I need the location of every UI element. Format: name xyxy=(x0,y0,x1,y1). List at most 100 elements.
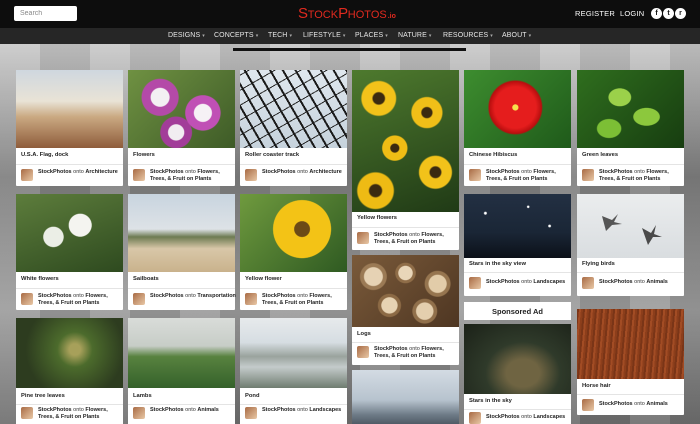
board-link[interactable]: Animals xyxy=(197,407,218,413)
card-title[interactable]: Pond xyxy=(245,393,260,399)
pin-card[interactable]: Stars in the sky StockPhotos onto Landsc… xyxy=(464,324,571,424)
login-link[interactable]: LOGIN xyxy=(620,9,644,18)
card-image[interactable] xyxy=(577,309,684,379)
pin-card[interactable]: Sailboats StockPhotos onto Transportatio… xyxy=(128,194,236,310)
card-image[interactable] xyxy=(577,70,684,148)
card-title[interactable]: Flowers xyxy=(133,152,155,158)
board-link[interactable]: Architecture xyxy=(309,169,341,175)
avatar[interactable] xyxy=(21,293,33,305)
pin-card[interactable]: Logs StockPhotos onto Flowers, Trees, & F… xyxy=(352,255,459,365)
card-title[interactable]: White flowers xyxy=(21,276,59,282)
pin-card[interactable]: Yellow flowers StockPhotos onto Flowers,… xyxy=(352,70,459,250)
author-link[interactable]: StockPhotos xyxy=(150,169,184,175)
avatar[interactable] xyxy=(245,169,257,181)
card-image[interactable] xyxy=(240,70,347,148)
board-link[interactable]: Flowers, xyxy=(309,293,331,299)
board-link[interactable]: Landscapes xyxy=(533,414,565,420)
nav-nature[interactable]: NATURE ▾ xyxy=(398,32,432,39)
author-link[interactable]: StockPhotos xyxy=(150,293,184,299)
avatar[interactable] xyxy=(357,232,369,244)
pin-card[interactable]: Pond StockPhotos onto Landscapes xyxy=(240,318,347,424)
card-image[interactable] xyxy=(128,194,235,272)
board-link[interactable]: Landscapes xyxy=(533,279,565,285)
pin-card[interactable]: Lambs StockPhotos onto Animals xyxy=(128,318,235,424)
board-link[interactable]: Animals xyxy=(646,279,667,285)
nav-resources[interactable]: RESOURCES ▾ xyxy=(443,32,493,39)
pin-card[interactable]: Flying birds StockPhotos onto Animals xyxy=(577,194,684,296)
board-link[interactable]: Flowers, xyxy=(421,232,443,238)
avatar[interactable] xyxy=(245,293,257,305)
avatar[interactable] xyxy=(21,169,33,181)
avatar[interactable] xyxy=(133,293,145,305)
avatar[interactable] xyxy=(133,407,145,419)
board-link[interactable]: Transportation xyxy=(197,293,236,299)
board-link-line2[interactable]: Trees, & Fruit on Plants xyxy=(38,300,99,306)
card-title[interactable]: Flying birds xyxy=(582,261,615,267)
author-link[interactable]: StockPhotos xyxy=(486,414,520,420)
author-link[interactable]: StockPhotos xyxy=(38,407,72,413)
pin-card[interactable]: Yellow flower StockPhotos onto Flowers, T… xyxy=(240,194,347,310)
nav-tech[interactable]: TECH ▾ xyxy=(268,32,292,39)
card-title[interactable]: Yellow flower xyxy=(245,276,282,282)
pin-card[interactable]: Horse hair StockPhotos onto Animals xyxy=(577,309,684,415)
author-link[interactable]: StockPhotos xyxy=(38,293,72,299)
board-link-line2[interactable]: Trees, & Fruit on Plants xyxy=(150,176,211,182)
nav-concepts[interactable]: CONCEPTS ▾ xyxy=(214,32,258,39)
card-image[interactable] xyxy=(16,70,123,148)
card-title[interactable]: Pine tree leaves xyxy=(21,393,65,399)
avatar[interactable] xyxy=(582,169,594,181)
author-link[interactable]: StockPhotos xyxy=(599,279,633,285)
card-title[interactable]: Stars in the sky view xyxy=(469,261,526,267)
avatar[interactable] xyxy=(357,346,369,358)
nav-designs[interactable]: DESIGNS ▾ xyxy=(168,32,205,39)
author-link[interactable]: StockPhotos xyxy=(599,401,633,407)
board-link[interactable]: Flowers, xyxy=(646,169,668,175)
board-link[interactable]: Flowers, xyxy=(85,407,107,413)
nav-about[interactable]: ABOUT ▾ xyxy=(502,32,531,39)
card-title[interactable]: Roller coaster track xyxy=(245,152,299,158)
avatar[interactable] xyxy=(21,407,33,419)
facebook-icon[interactable]: f xyxy=(651,8,662,19)
rss-icon[interactable]: r xyxy=(675,8,686,19)
card-title[interactable]: Logs xyxy=(357,331,371,337)
board-link[interactable]: Architecture xyxy=(85,169,117,175)
card-title[interactable]: Horse hair xyxy=(582,383,611,389)
card-image[interactable] xyxy=(464,194,571,258)
board-link[interactable]: Animals xyxy=(646,401,667,407)
card-title[interactable]: U.S.A. Flag, dock xyxy=(21,152,68,158)
nav-lifestyle[interactable]: LIFESTYLE ▾ xyxy=(303,32,345,39)
site-logo[interactable]: STOCKPHOTOS.io xyxy=(298,5,396,23)
board-link-line2[interactable]: Trees, & Fruit on Plants xyxy=(38,414,99,420)
card-image[interactable] xyxy=(240,194,347,272)
author-link[interactable]: StockPhotos xyxy=(486,169,520,175)
author-link[interactable]: StockPhotos xyxy=(262,293,296,299)
pin-card[interactable]: Stars in the sky view StockPhotos onto L… xyxy=(464,194,571,296)
board-link-line2[interactable]: Trees, & Fruit on Plants xyxy=(262,300,323,306)
avatar[interactable] xyxy=(469,277,481,289)
register-link[interactable]: REGISTER xyxy=(575,9,615,18)
board-link[interactable]: Flowers, xyxy=(85,293,107,299)
board-link[interactable]: Flowers, xyxy=(533,169,555,175)
avatar[interactable] xyxy=(469,169,481,181)
pin-card[interactable]: Roller coaster track StockPhotos onto Ar… xyxy=(240,70,347,186)
avatar[interactable] xyxy=(245,407,257,419)
author-link[interactable]: StockPhotos xyxy=(599,169,633,175)
board-link[interactable]: Flowers, xyxy=(197,169,219,175)
card-image[interactable] xyxy=(464,324,571,394)
pin-card[interactable] xyxy=(352,370,459,424)
author-link[interactable]: StockPhotos xyxy=(262,169,296,175)
board-link-line2[interactable]: Trees, & Fruit on Plants xyxy=(599,176,660,182)
card-image[interactable] xyxy=(352,255,459,327)
card-image[interactable] xyxy=(128,70,235,148)
avatar[interactable] xyxy=(133,169,145,181)
card-image[interactable] xyxy=(577,194,684,258)
pin-card[interactable]: Chinese Hibiscus StockPhotos onto Flower… xyxy=(464,70,571,186)
board-link[interactable]: Landscapes xyxy=(309,407,341,413)
pin-card[interactable]: Flowers StockPhotos onto Flowers, Trees, … xyxy=(128,70,235,186)
nav-places[interactable]: PLACES ▾ xyxy=(355,32,388,39)
board-link[interactable]: Flowers, xyxy=(421,346,443,352)
card-title[interactable]: Green leaves xyxy=(582,152,618,158)
card-title[interactable]: Stars in the sky xyxy=(469,398,512,404)
card-image[interactable] xyxy=(352,370,459,424)
author-link[interactable]: StockPhotos xyxy=(262,407,296,413)
